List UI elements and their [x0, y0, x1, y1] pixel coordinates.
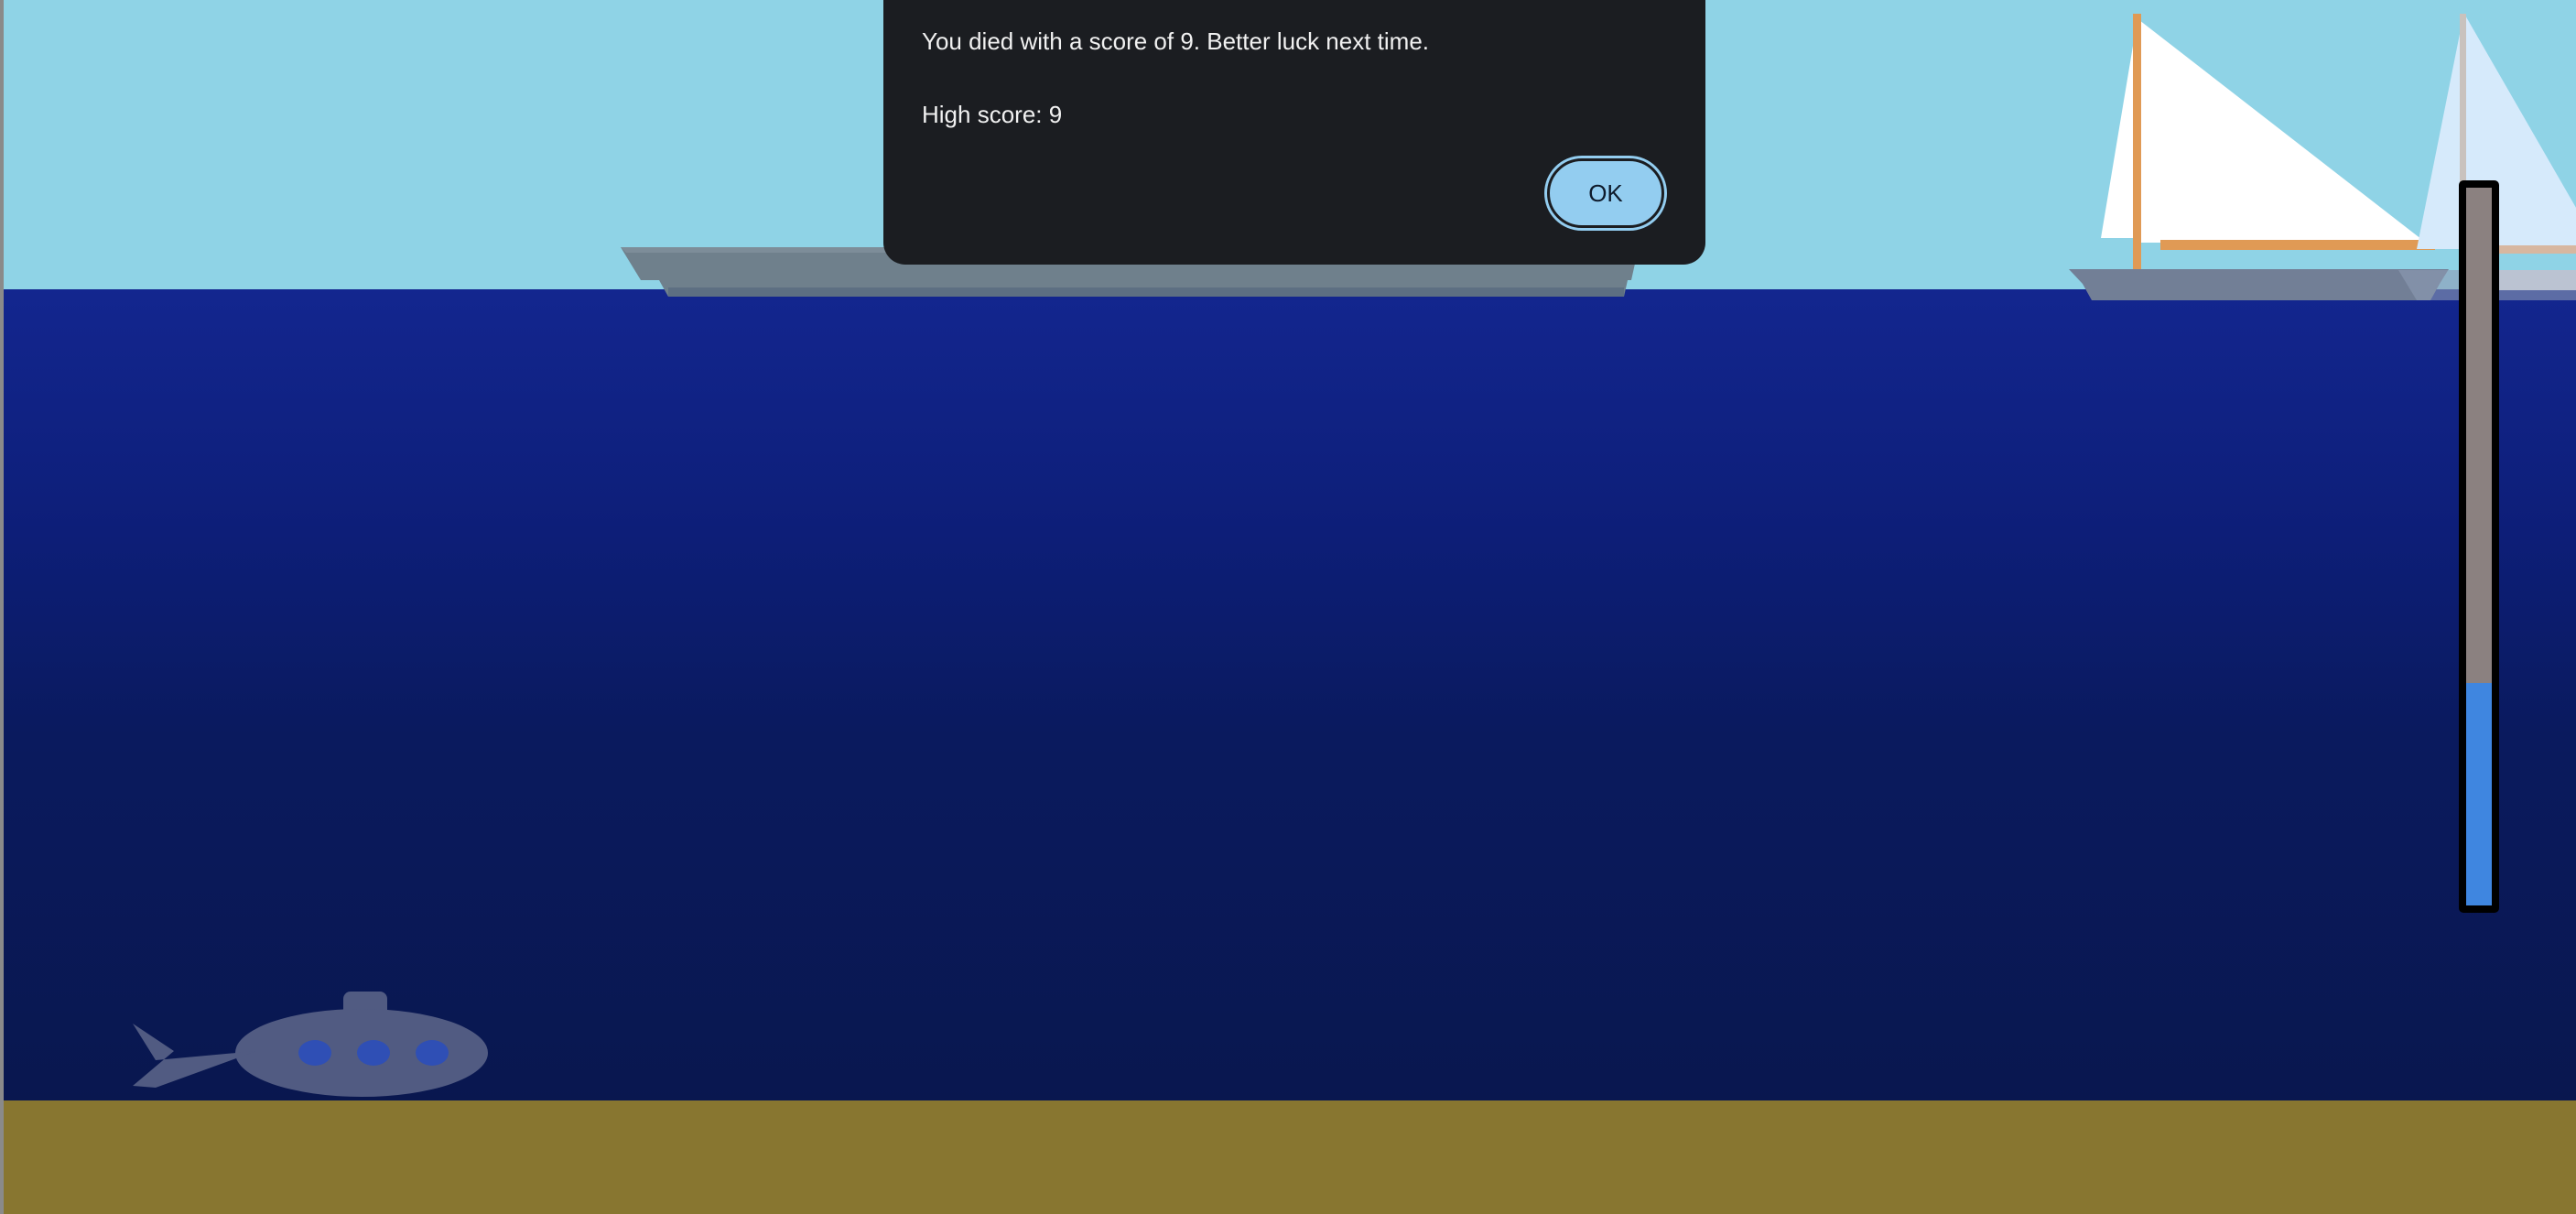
ocean [0, 289, 2576, 1101]
gauge-fill [2466, 682, 2492, 905]
game-over-dialog: You died with a score of 9. Better luck … [883, 0, 1705, 265]
window-edge [0, 0, 4, 1214]
high-score-text: High score: 9 [922, 101, 1063, 128]
game-canvas[interactable]: You died with a score of 9. Better luck … [0, 0, 2576, 1214]
oxygen-gauge [2459, 180, 2499, 913]
submarine-icon[interactable] [119, 987, 490, 1101]
gauge-track [2466, 188, 2492, 905]
dialog-message: You died with a score of 9. Better luck … [922, 27, 1429, 55]
ok-button[interactable]: OK [1547, 158, 1664, 228]
seabed [0, 1100, 2576, 1214]
